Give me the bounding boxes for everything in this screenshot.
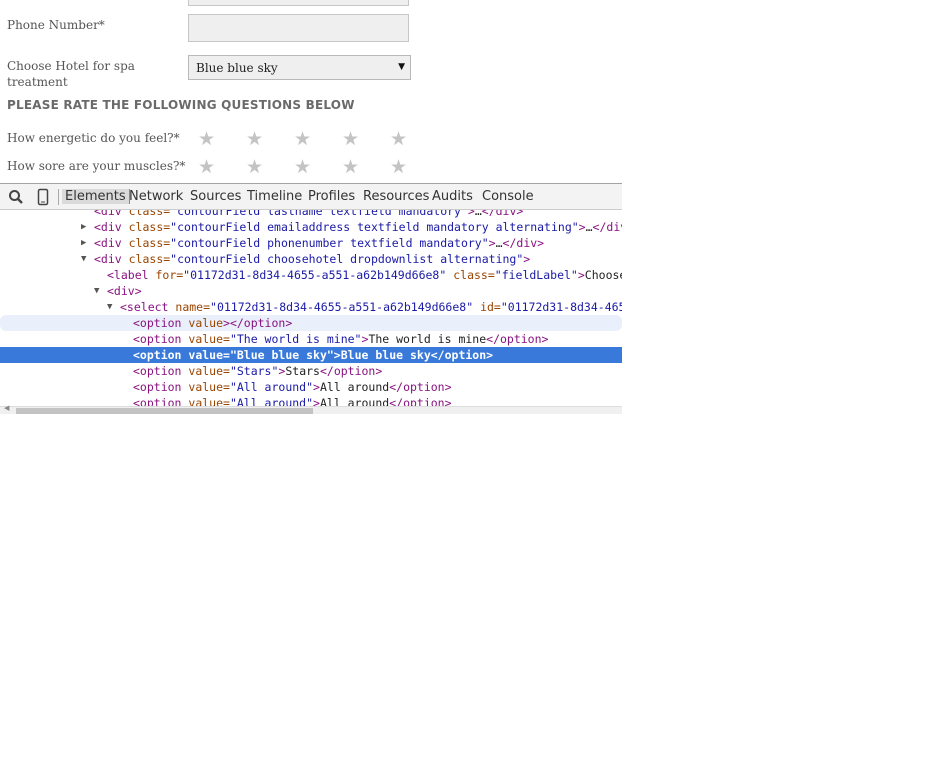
dom-node-row[interactable]: <option value></option> [0, 315, 622, 331]
dropdown-arrow-icon: ▼ [398, 62, 405, 72]
rating-sore: ★ ★ ★ ★ ★ [198, 158, 438, 178]
rate-questions-heading: PLEASE RATE THE FOLLOWING QUESTIONS BELO… [7, 98, 355, 112]
star-icon[interactable]: ★ [198, 158, 246, 177]
dom-node-row[interactable]: ▶ <div class="contourField phonenumber te… [0, 235, 622, 251]
star-icon[interactable]: ★ [342, 130, 390, 149]
dom-node-row[interactable]: ▼ <div class="contourField choosehotel dr… [0, 251, 622, 267]
search-icon[interactable] [8, 188, 24, 206]
scrollbar-thumb[interactable] [16, 408, 313, 414]
tab-resources[interactable]: Resources [363, 189, 429, 204]
dom-node-row[interactable]: <option value="Stars">Stars</option> [0, 363, 622, 379]
choose-hotel-label-line2: treatment [7, 75, 68, 89]
previous-field-input[interactable] [188, 0, 409, 6]
tab-network[interactable]: Network [129, 189, 183, 204]
dom-node-markup: <option value="All around">All around</o… [133, 380, 452, 394]
dom-node-row[interactable]: ▼ <select name="01172d31-8d34-4655-a551-a… [0, 299, 622, 315]
dom-node-markup: <option value="All around">All around</o… [133, 396, 452, 406]
choose-hotel-selected-value: Blue blue sky [196, 61, 278, 75]
tab-timeline[interactable]: Timeline [247, 189, 302, 204]
scroll-left-arrow-icon[interactable]: ◀ [4, 404, 9, 412]
dom-node-markup: <option value="Stars">Stars</option> [133, 364, 383, 378]
spa-booking-form: Phone Number* Choose Hotel for spa treat… [0, 0, 622, 183]
dom-node-markup: <option value="Blue blue sky">Blue blue … [133, 348, 494, 362]
dom-node-row[interactable]: ▼ <div> [0, 283, 622, 299]
horizontal-scrollbar[interactable]: ◀ [0, 404, 622, 414]
dom-node-markup: <option value="The world is mine">The wo… [133, 332, 549, 346]
tab-audits[interactable]: Audits [432, 189, 473, 204]
devtools-panel: Elements Network Sources Timeline Profil… [0, 183, 622, 414]
choose-hotel-select[interactable]: Blue blue sky ▼ [188, 55, 411, 80]
dom-node-markup: <div> [107, 284, 142, 298]
collapse-triangle-icon[interactable]: ▼ [107, 299, 112, 315]
device-mode-icon[interactable] [37, 188, 49, 206]
choose-hotel-label: Choose Hotel for spa treatment [7, 58, 135, 90]
dom-node-markup: <div class="contourField emailaddress te… [94, 220, 622, 234]
phone-number-label: Phone Number* [7, 18, 105, 32]
dom-node-markup: <label for="01172d31-8d34-4655-a551-a62b… [107, 268, 622, 282]
question-energetic-label: How energetic do you feel?* [7, 131, 180, 145]
rating-energetic: ★ ★ ★ ★ ★ [198, 130, 438, 150]
question-sore-label: How sore are your muscles?* [7, 159, 186, 173]
star-icon[interactable]: ★ [342, 158, 390, 177]
tab-elements[interactable]: Elements [62, 189, 130, 204]
dom-node-markup: <div class="contourField phonenumber tex… [94, 236, 545, 250]
toolbar-divider [58, 189, 59, 205]
star-icon[interactable]: ★ [246, 130, 294, 149]
star-icon[interactable]: ★ [246, 158, 294, 177]
star-icon[interactable]: ★ [294, 130, 342, 149]
star-icon[interactable]: ★ [294, 158, 342, 177]
dom-tree: <div class="contourField lastname textfi… [0, 210, 622, 406]
dom-node-row[interactable]: <option value="All around">All around</o… [0, 379, 622, 395]
dom-node-markup: <div class="contourField lastname textfi… [94, 210, 524, 218]
dom-node-row[interactable]: <div class="contourField lastname textfi… [0, 210, 622, 219]
star-icon[interactable]: ★ [390, 158, 438, 177]
dom-node-row[interactable]: <label for="01172d31-8d34-4655-a551-a62b… [0, 267, 622, 283]
expand-triangle-icon[interactable]: ▶ [81, 219, 86, 235]
devtools-toolbar: Elements Network Sources Timeline Profil… [0, 183, 622, 210]
expand-triangle-icon[interactable]: ▶ [81, 235, 86, 251]
tab-sources[interactable]: Sources [190, 189, 241, 204]
choose-hotel-label-line1: Choose Hotel for spa [7, 59, 135, 73]
tab-console[interactable]: Console [482, 189, 534, 204]
star-icon[interactable]: ★ [198, 130, 246, 149]
star-icon[interactable]: ★ [390, 130, 438, 149]
dom-node-row[interactable]: <option value="The world is mine">The wo… [0, 331, 622, 347]
dom-node-row[interactable]: ▶ <div class="contourField emailaddress t… [0, 219, 622, 235]
dom-node-row[interactable]: <option value="All around">All around</o… [0, 395, 622, 406]
collapse-triangle-icon[interactable]: ▼ [94, 283, 99, 299]
tab-profiles[interactable]: Profiles [308, 189, 355, 204]
collapse-triangle-icon[interactable]: ▼ [81, 251, 86, 267]
dom-node-markup: <div class="contourField choosehotel dro… [94, 252, 531, 266]
dom-node-markup: <select name="01172d31-8d34-4655-a551-a6… [120, 300, 622, 314]
phone-number-input[interactable] [188, 14, 409, 42]
dom-node-row[interactable]: <option value="Blue blue sky">Blue blue … [0, 347, 622, 363]
dom-node-markup: <option value></option> [133, 316, 293, 330]
